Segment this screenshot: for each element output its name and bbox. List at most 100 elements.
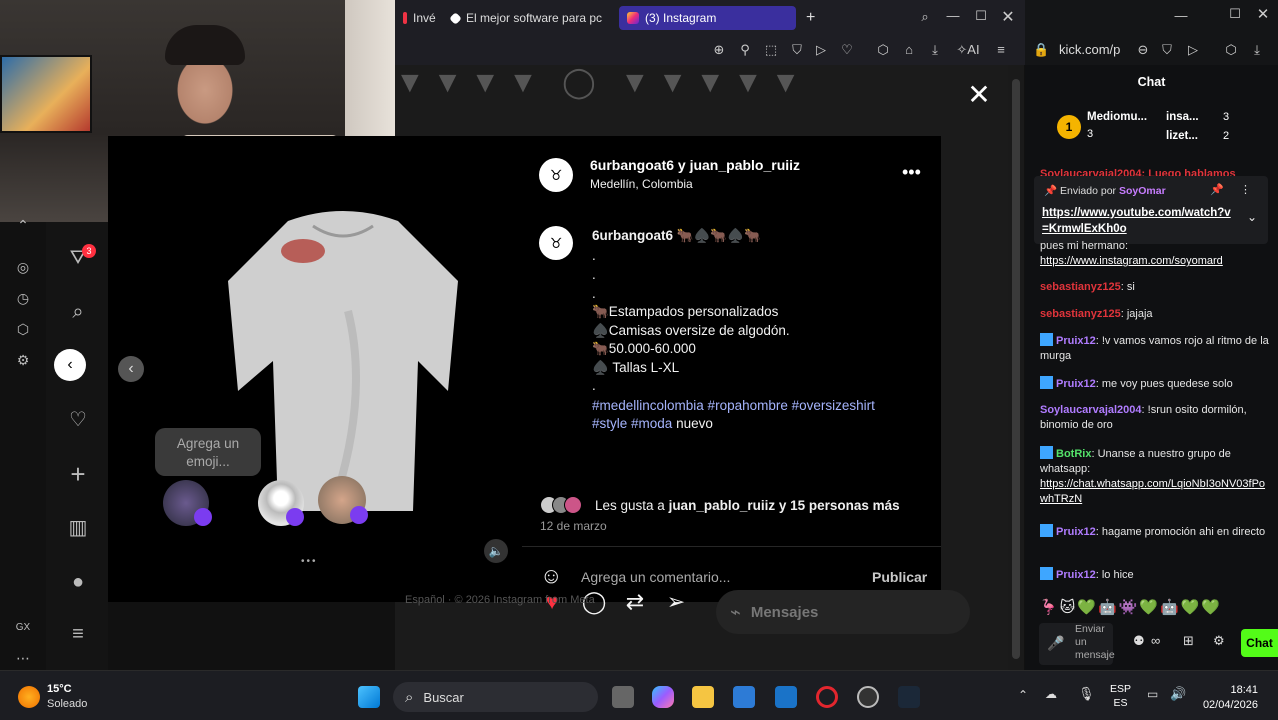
close-post-icon[interactable]: ✕ <box>966 81 992 109</box>
settings-icon[interactable]: ⚙ <box>14 351 32 369</box>
mic-icon[interactable]: 🎙 <box>1078 686 1095 702</box>
post-header-users[interactable]: 6urbangoat6 y juan_pablo_ruiiz <box>590 157 800 173</box>
pinned-by-user[interactable]: SoyOmar <box>1119 185 1166 197</box>
zoom-icon[interactable]: ⊕ <box>711 42 727 58</box>
emote-row[interactable]: 🦩🐱💚🤖👾💚🤖💚💚 <box>1039 598 1222 616</box>
search-icon[interactable]: ⌕ <box>917 9 933 25</box>
player-icon[interactable]: ◎ <box>14 258 32 276</box>
download-icon[interactable]: ⤓ <box>927 42 943 58</box>
publish-button[interactable]: Publicar <box>872 569 927 585</box>
extensions-sidebar-icon[interactable]: ⬡ <box>14 320 32 338</box>
kick-url[interactable]: kick.com/p <box>1059 42 1120 57</box>
message-user[interactable]: sebastianyz125 <box>1040 281 1121 293</box>
menu-nav-icon[interactable]: ≡ <box>66 622 90 646</box>
send-chat-button[interactable]: Chat <box>1241 629 1278 657</box>
emote-icon[interactable]: ⚉ <box>1133 633 1145 649</box>
gx-label[interactable]: GX <box>14 619 32 637</box>
zoom-out-icon[interactable]: ⊖ <box>1135 42 1151 58</box>
task-view-icon[interactable] <box>612 686 634 708</box>
minimize-icon[interactable]: — <box>1173 8 1189 23</box>
post-media[interactable]: ‹ ‹ Agrega un emoji... ••• 🔈 <box>54 136 522 602</box>
rank-b-name[interactable]: lizet... <box>1166 130 1198 142</box>
scrollbar-thumb[interactable] <box>1012 79 1020 659</box>
file-explorer-icon[interactable] <box>692 686 714 708</box>
pinned-message[interactable]: 📌 Enviado por SoyOmar 📌 ⋮ https://www.yo… <box>1034 176 1268 244</box>
comment-input[interactable]: Agrega un comentario... <box>581 569 730 585</box>
shield-icon[interactable]: ⛉ <box>1159 42 1175 58</box>
caption-avatar[interactable]: ♉ <box>539 226 573 260</box>
message-link[interactable]: https://www.instagram.com/soyomard <box>1040 255 1223 267</box>
close-window-icon[interactable]: ✕ <box>1000 7 1016 27</box>
message-user[interactable]: Pruix12 <box>1056 378 1096 390</box>
pin-icon[interactable]: ⚲ <box>737 42 753 58</box>
settings-icon[interactable]: ⚙ <box>1213 633 1225 649</box>
likes-summary[interactable]: Les gusta a juan_pablo_ruiiz y 15 person… <box>595 498 900 513</box>
microphone-icon[interactable]: 🎤 <box>1047 635 1064 652</box>
weather-temp[interactable]: 15°C <box>47 683 72 695</box>
share-icon[interactable]: ➢ <box>663 589 689 615</box>
message-user[interactable]: Pruix12 <box>1056 526 1096 538</box>
tab-instagram[interactable]: (3) Instagram <box>619 6 796 30</box>
windows-start-icon[interactable] <box>358 686 380 708</box>
message-user[interactable]: sebastianyz125 <box>1040 308 1121 320</box>
more-icon[interactable]: ⋯ <box>14 649 32 667</box>
heart-icon[interactable]: ♡ <box>839 42 855 58</box>
new-tab-button[interactable]: + <box>798 6 823 30</box>
history-icon[interactable]: ◷ <box>14 289 32 307</box>
infinity-icon[interactable]: ∞ <box>1151 633 1160 648</box>
message-user[interactable]: BotRix <box>1056 448 1091 460</box>
shield-icon[interactable]: ⛉ <box>789 42 805 58</box>
weather-desc[interactable]: Soleado <box>47 698 87 710</box>
chevron-down-icon[interactable]: ⌄ <box>1247 210 1257 224</box>
emoji-picker-icon[interactable]: ☺ <box>540 563 562 589</box>
play-icon[interactable]: ▷ <box>813 42 829 58</box>
message-link[interactable]: https://chat.whatsapp.com/LqioNbI3oNV03f… <box>1040 478 1265 505</box>
chatgpt-icon[interactable] <box>857 686 879 708</box>
network-icon[interactable]: ▭ <box>1147 687 1158 701</box>
create-icon[interactable]: + <box>66 461 90 487</box>
message-user[interactable]: Pruix12 <box>1056 335 1096 347</box>
volume-icon[interactable]: 🔊 <box>1170 686 1186 702</box>
post-location[interactable]: Medellín, Colombia <box>590 177 693 191</box>
opera-gx-icon[interactable] <box>816 686 838 708</box>
play-icon[interactable]: ▷ <box>1185 42 1201 58</box>
menu-icon[interactable]: ≡ <box>993 42 1009 57</box>
prev-media-arrow[interactable]: ‹ <box>118 356 144 382</box>
search-nav-icon[interactable]: ⌕ <box>66 300 90 324</box>
prev-post-arrow[interactable]: ‹ <box>54 349 86 381</box>
language-indicator[interactable]: ESP ES <box>1110 682 1131 710</box>
tab-software[interactable]: El mejor software para pc <box>443 6 610 30</box>
pinned-link[interactable]: https://www.youtube.com/watch?v=KrmwlExK… <box>1042 205 1237 237</box>
message-user[interactable]: Soylaucarvajal2004 <box>1040 404 1142 416</box>
clock[interactable]: 18:41 02/04/2026 <box>1198 683 1258 713</box>
store-icon[interactable] <box>733 686 755 708</box>
hashtag-links[interactable]: #medellincolombia #ropahombre #oversizes… <box>592 398 875 431</box>
close-window-icon[interactable]: ✕ <box>1255 5 1271 23</box>
audio-icon[interactable]: 🔈 <box>484 539 508 563</box>
gift-icon[interactable]: ⊞ <box>1183 633 1194 649</box>
message-user[interactable]: Pruix12 <box>1056 569 1096 581</box>
maximize-icon[interactable]: ☐ <box>973 8 989 24</box>
taskbar-search[interactable]: ⌕ Buscar <box>393 682 598 712</box>
more-options-icon[interactable]: ••• <box>902 162 921 183</box>
rank-a-name[interactable]: insa... <box>1166 111 1199 123</box>
sun-icon[interactable] <box>18 686 40 708</box>
repost-icon[interactable]: ⇄ <box>622 589 648 615</box>
tab-partial[interactable]: Invé <box>395 6 444 30</box>
caption-author-name[interactable]: 6urbangoat6 <box>592 228 673 243</box>
unpin-icon[interactable]: 📌 <box>1210 183 1224 196</box>
page-scrollbar[interactable] <box>1008 65 1024 670</box>
steam-icon[interactable] <box>898 686 920 708</box>
ai-icon[interactable]: ✧AI <box>953 42 983 58</box>
chevron-up-icon[interactable]: ⌃ <box>14 216 32 234</box>
top-gifter-name[interactable]: Mediomu... <box>1087 111 1147 123</box>
more-options-icon[interactable]: ⋮ <box>1240 183 1251 196</box>
dashboard-icon[interactable]: ▥ <box>66 516 90 540</box>
maximize-icon[interactable]: ☐ <box>1227 6 1243 22</box>
author-avatar[interactable]: ♉ <box>539 158 573 192</box>
messages-button[interactable]: ⌁ Mensajes <box>716 590 970 634</box>
cloud-icon[interactable]: ☁ <box>1045 687 1057 701</box>
heart-nav-icon[interactable]: ♡ <box>66 408 90 432</box>
copilot-icon[interactable] <box>652 686 674 708</box>
chevron-up-icon[interactable]: ⌃ <box>1018 688 1028 702</box>
